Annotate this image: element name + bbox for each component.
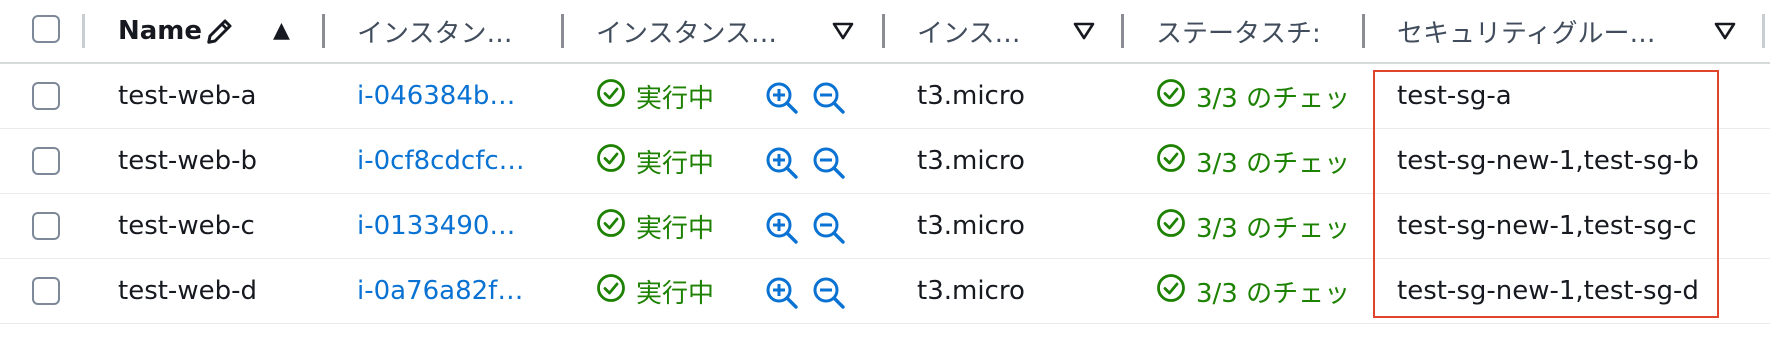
status-check: 3/3 のチェッ	[1156, 194, 1362, 258]
column-header-name[interactable]: Name	[118, 0, 208, 62]
zoom-in-icon[interactable]	[765, 146, 799, 184]
column-divider	[82, 14, 85, 48]
zoom-in-icon[interactable]	[765, 276, 799, 314]
state-label: 実行中	[636, 83, 715, 114]
status-check: 3/3 のチェッ	[1156, 259, 1362, 323]
zoom-out-icon[interactable]	[812, 146, 846, 184]
highlight-box	[1373, 70, 1719, 318]
zoom-out-icon[interactable]	[812, 81, 846, 119]
instance-type: t3.micro	[917, 81, 1025, 111]
status-check-label: 3/3 のチェッ	[1196, 148, 1351, 179]
instance-name: test-web-b	[118, 146, 257, 176]
check-circle-icon	[1156, 208, 1186, 245]
instance-name: test-web-c	[118, 211, 255, 241]
instance-state: 実行中	[596, 129, 746, 193]
instance-state: 実行中	[596, 194, 746, 258]
instance-name: test-web-a	[118, 81, 257, 111]
check-circle-icon	[596, 273, 626, 310]
instance-id-link[interactable]: i-0133490…	[357, 194, 537, 258]
column-header-instance-state[interactable]: インスタンス…	[596, 0, 806, 62]
zoom-out-icon[interactable]	[812, 211, 846, 249]
column-header-instance-type[interactable]: インス…	[917, 0, 1037, 62]
zoom-out-icon[interactable]	[812, 276, 846, 314]
instance-type: t3.micro	[917, 211, 1025, 241]
row-checkbox[interactable]	[32, 147, 60, 175]
state-label: 実行中	[636, 213, 715, 244]
column-divider	[1762, 14, 1765, 48]
check-circle-icon	[1156, 78, 1186, 115]
check-circle-icon	[1156, 143, 1186, 180]
instance-id-link[interactable]: i-0a76a82f…	[357, 259, 537, 323]
instance-type: t3.micro	[917, 146, 1025, 176]
instance-state: 実行中	[596, 64, 746, 128]
status-check-label: 3/3 のチェッ	[1196, 278, 1351, 309]
edit-pencil-icon[interactable]	[205, 16, 235, 50]
instance-id-link[interactable]: i-0cf8cdcfc…	[357, 129, 537, 193]
instance-type: t3.micro	[917, 276, 1025, 306]
filter-dropdown-icon[interactable]	[832, 22, 854, 44]
column-divider	[322, 14, 325, 48]
column-divider	[561, 14, 564, 48]
status-check-label: 3/3 のチェッ	[1196, 213, 1351, 244]
instances-table: Name ▲ インスタン… インスタンス… インス… ステータスチ: セキュリテ…	[0, 0, 1770, 352]
table-header: Name ▲ インスタン… インスタンス… インス… ステータスチ: セキュリテ…	[0, 0, 1770, 64]
check-circle-icon	[596, 208, 626, 245]
state-label: 実行中	[636, 278, 715, 309]
check-circle-icon	[1156, 273, 1186, 310]
zoom-in-icon[interactable]	[765, 211, 799, 249]
column-header-instance-id[interactable]: インスタン…	[357, 0, 557, 62]
filter-dropdown-icon[interactable]	[1073, 22, 1095, 44]
column-header-status-check[interactable]: ステータスチ:	[1156, 0, 1332, 62]
instance-name: test-web-d	[118, 276, 257, 306]
column-divider	[1121, 14, 1124, 48]
instance-id-link[interactable]: i-046384b…	[357, 64, 537, 128]
instance-state: 実行中	[596, 259, 746, 323]
column-header-security-group[interactable]: セキュリティグルー…	[1397, 0, 1677, 62]
row-checkbox[interactable]	[32, 82, 60, 110]
status-check-label: 3/3 のチェッ	[1196, 83, 1351, 114]
row-checkbox[interactable]	[32, 277, 60, 305]
check-circle-icon	[596, 78, 626, 115]
check-circle-icon	[596, 143, 626, 180]
column-divider	[1362, 14, 1365, 48]
column-divider	[882, 14, 885, 48]
status-check: 3/3 のチェッ	[1156, 64, 1362, 128]
zoom-in-icon[interactable]	[765, 81, 799, 119]
state-label: 実行中	[636, 148, 715, 179]
filter-dropdown-icon[interactable]	[1714, 22, 1736, 44]
status-check: 3/3 のチェッ	[1156, 129, 1362, 193]
sort-ascending-icon[interactable]: ▲	[273, 18, 290, 43]
row-checkbox[interactable]	[32, 212, 60, 240]
select-all-checkbox[interactable]	[32, 15, 60, 43]
